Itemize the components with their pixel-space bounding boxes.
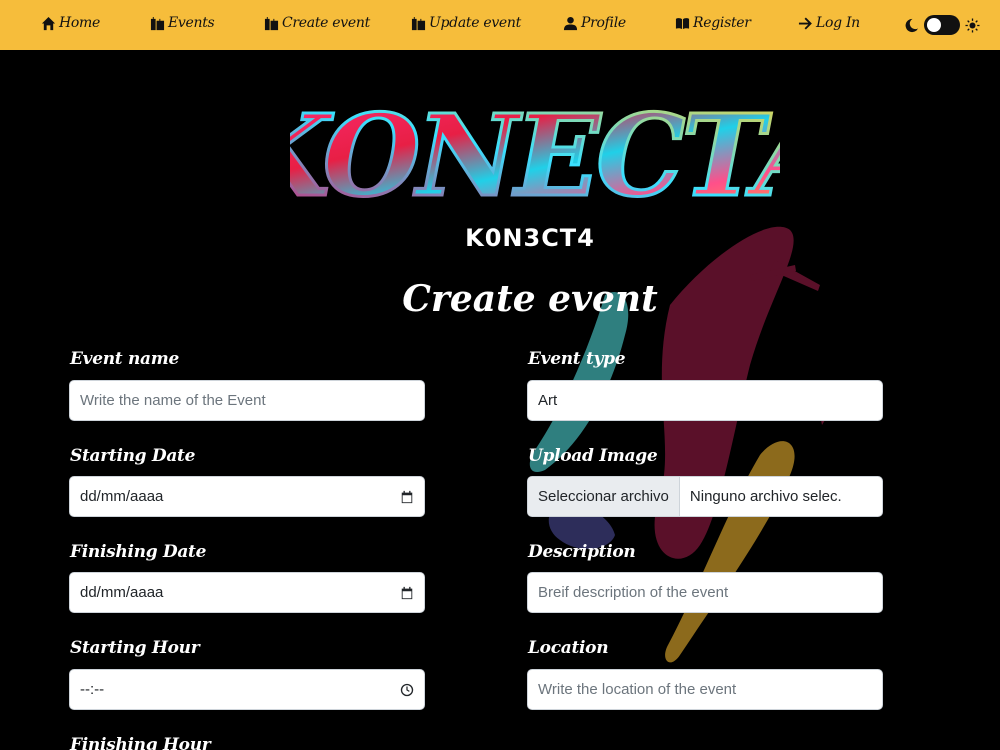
calendar-icon (150, 16, 165, 30)
starting-hour-label: Starting Hour (70, 638, 200, 658)
nav-create-event-label: Create event (282, 15, 370, 31)
nav-home[interactable]: Home (41, 15, 100, 31)
page-title: Create event (402, 278, 658, 320)
starting-date-label: Starting Date (70, 446, 196, 466)
sun-icon (965, 17, 980, 33)
clock-icon[interactable] (400, 683, 414, 697)
konecta-logo: KONECTA (228, 90, 843, 224)
starting-date-input[interactable]: dd/mm/aaaa (69, 476, 425, 517)
theme-toggle (904, 15, 980, 35)
nav-update-event-label: Update event (429, 15, 521, 31)
event-type-label: Event type (528, 349, 626, 369)
event-type-select[interactable]: Art (527, 380, 883, 421)
event-name-label: Event name (70, 349, 179, 369)
event-name-placeholder: Write the name of the Event (80, 392, 266, 409)
nav-profile-label: Profile (581, 15, 626, 31)
switch-knob (927, 18, 941, 32)
finishing-hour-label: Finishing Hour (70, 735, 211, 750)
moon-icon (905, 18, 919, 32)
file-status: Ninguno archivo selec. (689, 488, 842, 505)
home-icon (41, 16, 56, 30)
nav-create-event[interactable]: Create event (264, 15, 370, 31)
event-type-value: Art (538, 392, 558, 409)
calendar-icon[interactable] (400, 586, 414, 600)
nav-profile[interactable]: Profile (563, 15, 626, 31)
nav-home-label: Home (59, 15, 100, 31)
nav-register[interactable]: Register (675, 15, 751, 31)
location-placeholder: Write the location of the event (538, 681, 737, 698)
calendar-icon (264, 16, 279, 30)
event-name-input[interactable]: Write the name of the Event (69, 380, 425, 421)
calendar-icon (411, 16, 426, 30)
nav-register-label: Register (693, 15, 751, 31)
nav-login-label: Log In (816, 15, 860, 31)
konecta-logo-graphic: KONECTA (228, 90, 843, 224)
arrow-right-icon (798, 17, 812, 29)
logo-wordmark: KONECTA (290, 95, 780, 220)
location-label: Location (528, 638, 609, 658)
upload-image-input[interactable]: Seleccionar archivo Ninguno archivo sele… (527, 476, 883, 517)
finishing-date-input[interactable]: dd/mm/aaaa (69, 572, 425, 613)
book-open-icon (675, 17, 690, 29)
calendar-icon[interactable] (400, 490, 414, 504)
nav-update-event[interactable]: Update event (411, 15, 521, 31)
description-input[interactable]: Breif description of the event (527, 572, 883, 613)
nav-events-label: Events (168, 15, 215, 31)
dark-mode-switch[interactable] (924, 15, 960, 35)
finishing-date-label: Finishing Date (70, 542, 207, 562)
description-label: Description (528, 542, 636, 562)
starting-hour-input[interactable]: --:-- (69, 669, 425, 710)
starting-date-value: dd/mm/aaaa (80, 488, 164, 505)
finishing-date-value: dd/mm/aaaa (80, 584, 164, 601)
starting-hour-value: --:-- (80, 681, 105, 698)
choose-file-button[interactable]: Seleccionar archivo (528, 477, 680, 516)
description-placeholder: Breif description of the event (538, 584, 729, 601)
upload-image-label: Upload Image (528, 446, 658, 466)
location-input[interactable]: Write the location of the event (527, 669, 883, 710)
top-navbar: Home Events Create event Update event Pr… (0, 0, 1000, 50)
logo-subtitle: K0N3CT4 (465, 224, 595, 252)
user-icon (563, 16, 578, 30)
nav-events[interactable]: Events (150, 15, 215, 31)
nav-login[interactable]: Log In (798, 15, 860, 31)
